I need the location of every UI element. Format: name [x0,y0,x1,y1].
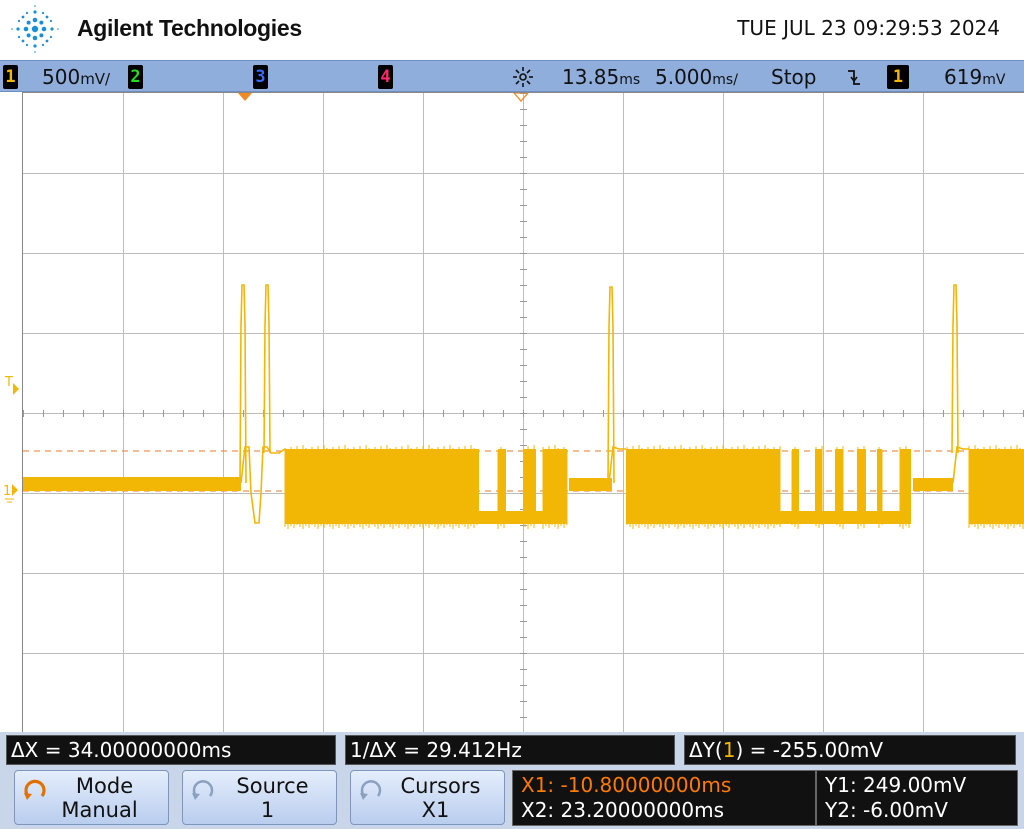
graticule [23,93,1024,733]
delay-reference-marker [513,93,529,102]
waveform-display[interactable] [22,92,1024,733]
cursor-y1-value: Y1: 249.00mV [825,773,967,797]
rotate-knob-icon [360,780,382,800]
agilent-spark-logo-icon [11,5,59,53]
cursor-x1-value: X1: -10.80000000ms [521,773,732,797]
inverse-delta-x-readout: 1/ΔX = 29.412Hz [345,735,675,765]
delta-y-readout: ΔY(1) = -255.00mV [684,735,1016,765]
delta-x-readout: ΔX = 34.00000000ms [6,735,336,765]
x1-cursor-marker[interactable] [238,93,252,101]
status-bar: 1 500mV/ 2 3 4 13.85ms 5.000ms/ Stop 1 6… [0,60,1024,92]
channel-2-badge[interactable]: 2 [128,65,143,89]
readout-divider [815,771,817,825]
trigger-level-marker[interactable]: T [4,375,19,395]
mode-softkey[interactable]: Mode Manual [14,770,169,825]
channel-1-ground-marker[interactable]: 1 [3,484,18,503]
channel-4-badge[interactable]: 4 [378,65,393,89]
cursors-softkey[interactable]: Cursors X1 [350,770,505,825]
run-state[interactable]: Stop [771,61,816,93]
ch1-ground-marker-label: 1 [3,484,11,499]
softkey-row: Mode Manual Source 1 Cursors X1 X1: -10.… [0,768,1024,829]
timebase-scale[interactable]: 5.000ms/ [655,61,738,93]
channel-1-scale[interactable]: 500mV/ [42,61,110,93]
cursor-y2-value: Y2: -6.00mV [825,798,948,822]
brand-name: Agilent Technologies [77,15,302,41]
cursor-readout-panel: X1: -10.80000000ms X2: 23.20000000ms Y1:… [512,770,1018,826]
trigger-sun-icon [513,67,533,87]
rotate-knob-icon [192,780,214,800]
rotate-knob-icon [24,779,46,800]
trigger-level[interactable]: 619mV [944,61,1005,93]
horizontal-delay[interactable]: 13.85ms [562,61,640,93]
falling-edge-icon [848,70,860,85]
datetime: TUE JUL 23 09:29:53 2024 [737,16,1000,40]
brand-bar: Agilent Technologies TUE JUL 23 09:29:53… [0,0,1024,60]
source-softkey[interactable]: Source 1 [182,770,337,825]
channel-3-badge[interactable]: 3 [253,65,268,89]
channel-1-badge[interactable]: 1 [3,65,18,89]
trigger-level-marker-label: T [4,375,13,390]
cursor-x2-value: X2: 23.20000000ms [521,798,725,822]
trigger-source-badge[interactable]: 1 [887,65,909,89]
marker-strip: T 1 [0,92,22,732]
measurement-row: ΔX = 34.00000000ms 1/ΔX = 29.412Hz ΔY(1)… [0,732,1024,768]
